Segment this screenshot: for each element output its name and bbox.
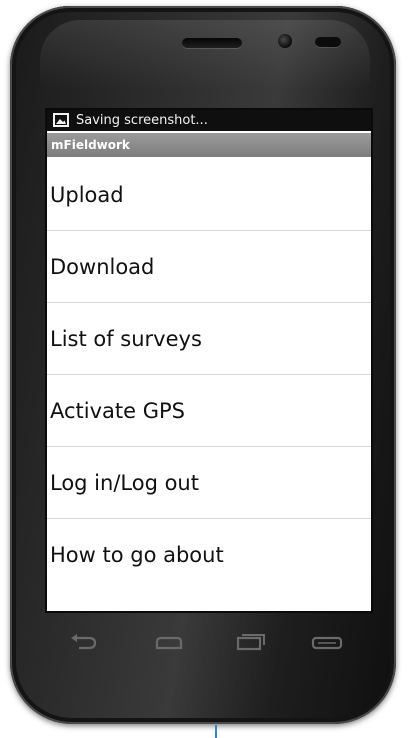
menu-item-label: How to go about — [50, 543, 224, 567]
recent-apps-button[interactable] — [233, 630, 269, 654]
menu-item-activate-gps[interactable]: Activate GPS — [47, 375, 371, 447]
back-icon — [65, 630, 101, 654]
menu-item-upload[interactable]: Upload — [47, 159, 371, 231]
menu-button[interactable] — [309, 630, 345, 654]
recent-apps-icon — [233, 630, 269, 654]
menu-item-label: Activate GPS — [50, 398, 186, 423]
bottom-marker-line — [215, 725, 217, 738]
menu-item-log-in-log-out[interactable]: Log in/Log out — [47, 447, 371, 519]
menu-icon — [309, 630, 345, 654]
proximity-sensor — [315, 37, 341, 47]
status-bar: Saving screenshot... — [47, 110, 371, 131]
app-title: mFieldwork — [51, 138, 130, 152]
menu-item-label: List of surveys — [50, 326, 202, 351]
app-title-bar: mFieldwork — [47, 133, 371, 157]
phone-sheen — [40, 20, 370, 90]
menu-item-label: Log in/Log out — [50, 470, 199, 495]
status-notification-text: Saving screenshot... — [76, 113, 208, 128]
menu-item-how-to-go-about[interactable]: How to go about — [47, 519, 371, 591]
navigation-bar — [47, 622, 371, 662]
earpiece-speaker — [182, 38, 242, 48]
main-menu: Upload Download List of surveys Activate… — [47, 159, 371, 591]
stage: Saving screenshot... mFieldwork Upload D… — [0, 0, 409, 738]
front-camera — [278, 34, 292, 48]
home-button[interactable] — [151, 630, 187, 654]
menu-item-label: Download — [50, 254, 155, 279]
menu-item-label: Upload — [50, 182, 124, 207]
menu-item-list-of-surveys[interactable]: List of surveys — [47, 303, 371, 375]
back-button[interactable] — [65, 630, 101, 654]
image-icon — [53, 113, 69, 127]
phone-screen: Saving screenshot... mFieldwork Upload D… — [47, 110, 371, 611]
menu-item-download[interactable]: Download — [47, 231, 371, 303]
home-icon — [151, 630, 187, 654]
